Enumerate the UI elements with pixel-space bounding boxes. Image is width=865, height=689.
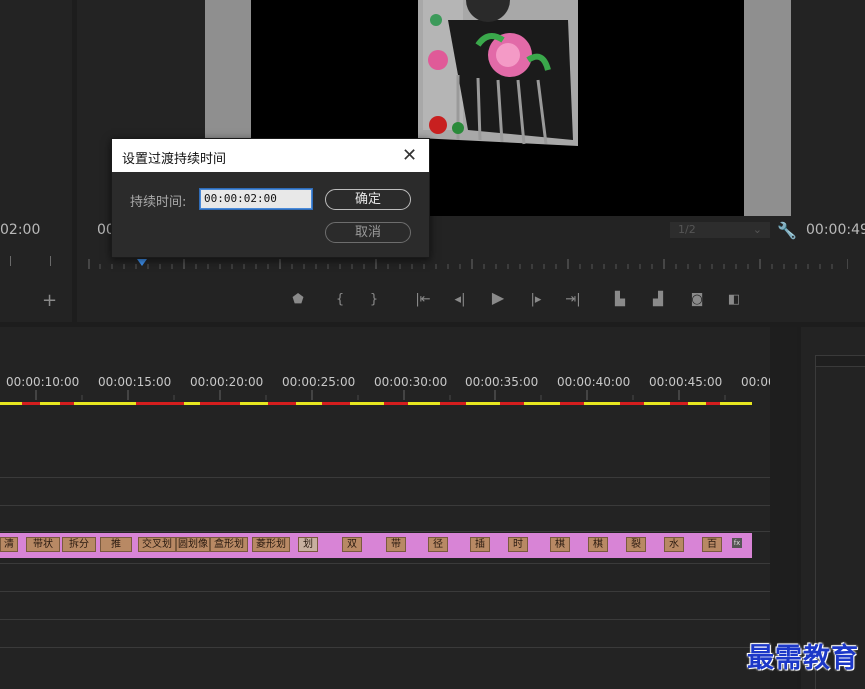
resolution-value: 1/2 [678,223,696,236]
compare-view-icon[interactable]: ◧ [724,292,744,308]
track-divider [0,591,770,592]
cancel-button[interactable]: 取消 [325,222,411,243]
transition-clip[interactable]: 棋 [550,537,570,552]
ruler-label: 00:00:45:00 [649,375,723,389]
transition-clip[interactable]: 径 [428,537,448,552]
ruler-label: 00:00:40:00 [557,375,631,389]
duration-input[interactable]: 00:00:02:00 [200,189,312,209]
transition-clip[interactable]: 圆划像 [176,537,210,552]
transition-clip[interactable]: 百 [702,537,722,552]
ruler-label: 00:00:15:00 [98,375,172,389]
program-ruler-ticks [88,259,849,269]
program-timecode-right: 00:00:49 [806,222,865,238]
video-content-fan-image [418,0,578,146]
transition-clip[interactable]: 水 [664,537,684,552]
step-forward-icon[interactable]: |▸ [527,292,545,308]
source-ruler-tick [50,256,51,266]
add-marker-icon[interactable]: ⬟ [291,292,305,308]
ruler-label: 00:00:30:00 [374,375,448,389]
transition-clip[interactable]: 交叉划 [138,537,176,552]
dialog-title: 设置过渡持续时间 [122,152,227,167]
track-divider [0,531,770,532]
transition-clip[interactable]: 时 [508,537,528,552]
track-divider [0,477,770,478]
transition-clip[interactable]: 拆分 [62,537,96,552]
ruler-label: 00:00:10:00 [6,375,80,389]
timeline-panel: 00:00:10:00 00:00:15:00 00:00:20:00 00:0… [0,327,797,689]
extract-icon[interactable]: ▟ [648,292,668,308]
video-track-clips[interactable]: 清 带状 拆分 推 交叉划 圆划像 盒形划 菱形划 划 双 带 径 插 时 棋 … [0,533,752,558]
go-to-out-icon[interactable]: ⇥| [563,292,583,308]
track-divider [0,563,770,564]
playhead-marker-icon[interactable] [137,259,147,266]
transition-clip[interactable]: 棋 [588,537,608,552]
ok-button[interactable]: 确定 [325,189,411,210]
track-divider [0,619,770,620]
track-divider [0,505,770,506]
dialog-titlebar: 设置过渡持续时间 ✕ [112,139,429,172]
transition-clip[interactable]: 盒形划 [210,537,248,552]
duration-label: 持续时间: [130,195,187,210]
track-divider [0,647,770,648]
play-icon[interactable]: ▶ [489,290,507,306]
transition-clip[interactable]: 菱形划 [252,537,290,552]
mark-out-icon[interactable]: } [367,292,381,308]
lift-icon[interactable]: ▙ [610,292,630,308]
transition-clip[interactable]: 带状 [26,537,60,552]
chevron-down-icon: ⌄ [752,223,762,236]
mark-in-icon[interactable]: { [333,292,347,308]
right-side-panel [801,327,865,689]
ruler-label: 00:00:35:00 [465,375,539,389]
close-icon[interactable]: ✕ [402,145,417,166]
wrench-icon[interactable]: 🔧 [777,221,797,240]
ruler-label: 00:00:20:00 [190,375,264,389]
ruler-label: 00:00:25:00 [282,375,356,389]
watermark-logo: 最需教育 [747,643,859,674]
source-timecode: 02:00 [0,222,41,238]
video-pillarbox-right [744,0,791,216]
step-back-icon[interactable]: ◂| [451,292,469,308]
transition-clip[interactable]: 双 [342,537,362,552]
transition-clip[interactable]: 插 [470,537,490,552]
render-status-bar [0,402,752,405]
transition-clip[interactable]: 带 [386,537,406,552]
source-monitor-panel: 02:00 + [0,0,72,322]
source-ruler-tick [10,256,11,266]
transition-clip[interactable]: 清 [0,537,18,552]
resolution-select[interactable]: 1/2 ⌄ [670,222,770,238]
add-button[interactable]: + [42,290,57,311]
fx-badge-icon: fx [732,538,742,548]
camera-icon[interactable]: ◙ [688,292,706,308]
go-to-in-icon[interactable]: |⇤ [413,292,433,308]
transition-clip[interactable]: 推 [100,537,132,552]
timeline-ruler-ticks [35,390,726,400]
panel-header [815,355,865,367]
transition-clip[interactable]: 划 [298,537,318,552]
timeline-scroll-area[interactable] [770,327,797,689]
transition-clip[interactable]: 裂 [626,537,646,552]
transition-duration-dialog: 设置过渡持续时间 ✕ 持续时间: 00:00:02:00 确定 取消 [111,138,430,258]
